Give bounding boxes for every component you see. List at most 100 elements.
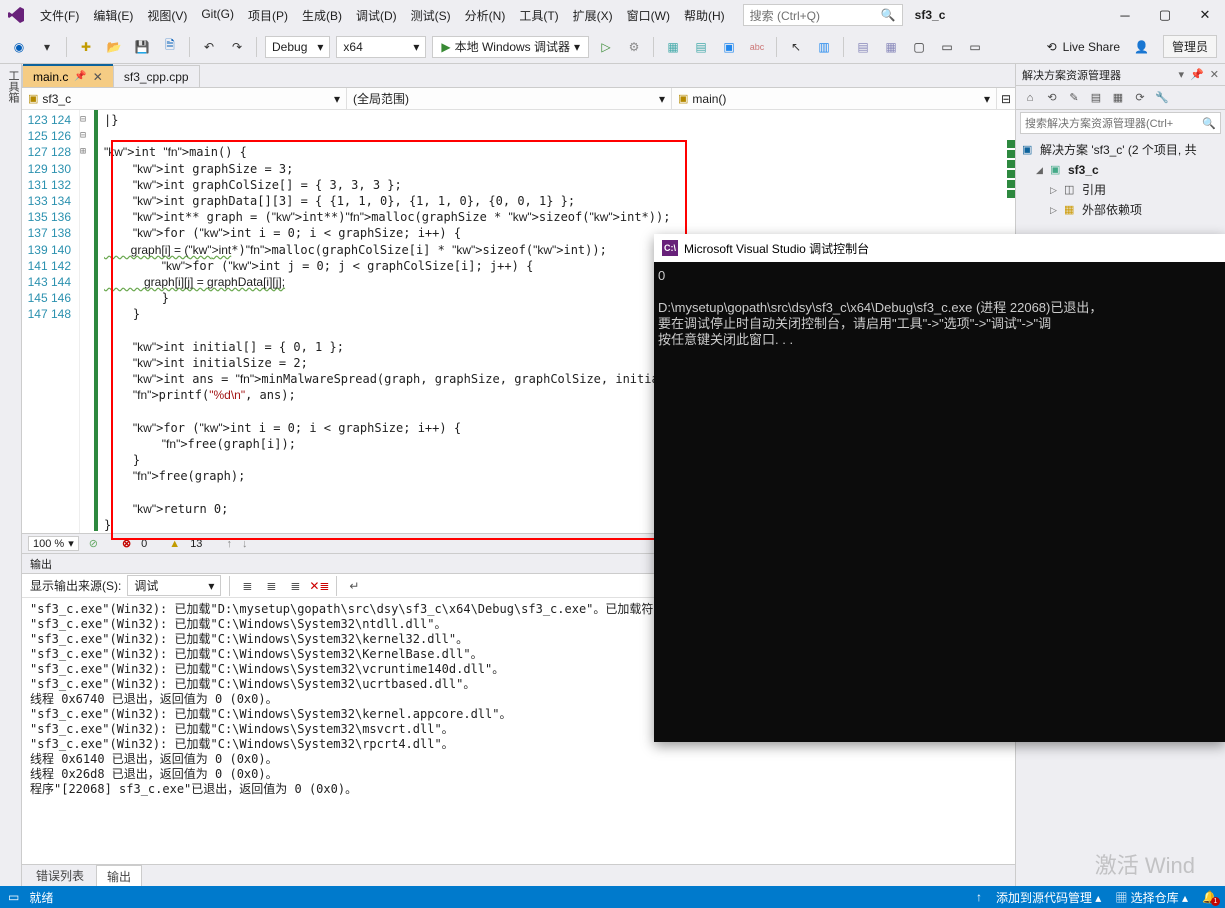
status-ready-icon: ▭ <box>8 890 19 904</box>
comment-icon[interactable]: ▭ <box>936 36 958 58</box>
list-icon[interactable]: ▤ <box>852 36 874 58</box>
sync-icon[interactable]: ⟲ <box>1044 90 1060 106</box>
menu-item[interactable]: 工具(T) <box>513 3 564 28</box>
save-icon[interactable]: 💾 <box>131 36 153 58</box>
search-box[interactable]: 搜索 (Ctrl+Q)🔍 <box>743 4 903 26</box>
document-tab[interactable]: sf3_cpp.cpp <box>113 65 200 87</box>
nav-down-icon[interactable]: ↓ <box>242 538 248 550</box>
split-icon[interactable]: ⊟ <box>997 88 1015 109</box>
chevron-down-icon: ▾ <box>317 40 323 54</box>
liveshare-icon: ⟲ <box>1047 40 1057 54</box>
status-source-control[interactable]: 添加到源代码管理 ▴ <box>996 889 1101 906</box>
play-icon: ▶ <box>441 40 450 54</box>
start-debug-button[interactable]: ▶本地 Windows 调试器▾ <box>432 36 589 58</box>
fold-column[interactable]: ⊟ ⊟ ⊞ <box>80 110 94 533</box>
module-icon: ▣ <box>28 92 38 105</box>
menu-item[interactable]: 分析(N) <box>459 3 512 28</box>
tab-label: sf3_cpp.cpp <box>124 70 189 84</box>
save-all-icon[interactable]: 🗎 <box>159 36 181 58</box>
solution-tree[interactable]: ▣解决方案 'sf3_c' (2 个项目, 共 ◢▣sf3_c ▷◫引用 ▷▦外… <box>1016 136 1225 224</box>
menu-item[interactable]: 调试(D) <box>350 3 403 28</box>
nav-scope[interactable]: ▣sf3_c▾ <box>22 88 347 109</box>
menu-item[interactable]: 文件(F) <box>34 3 85 28</box>
maximize-button[interactable]: ▢ <box>1151 5 1179 25</box>
menu-item[interactable]: Git(G) <box>195 3 240 28</box>
pin-icon[interactable]: 📌 <box>1190 68 1204 81</box>
debug-target-icon[interactable]: ⚙ <box>623 36 645 58</box>
references-node[interactable]: 引用 <box>1082 180 1106 200</box>
admin-badge: 管理员 <box>1163 35 1217 58</box>
menu-item[interactable]: 编辑(E) <box>87 3 139 28</box>
menu-item[interactable]: 测试(S) <box>405 3 457 28</box>
config-combo[interactable]: Debug▾ <box>265 36 330 58</box>
menu-item[interactable]: 窗口(W) <box>621 3 676 28</box>
close-button[interactable]: ✕ <box>1191 5 1219 25</box>
chevron-right-icon[interactable]: ▷ <box>1050 180 1060 200</box>
abc-icon[interactable]: abc <box>746 36 768 58</box>
console-icon: C:\ <box>662 240 678 256</box>
new-item-icon[interactable]: ✚ <box>75 36 97 58</box>
solution-search[interactable]: 搜索解决方案资源管理器(Ctrl+🔍 <box>1020 112 1221 134</box>
nav-back-icon[interactable]: ◉ <box>8 36 30 58</box>
play-outline-icon[interactable]: ▷ <box>595 36 617 58</box>
tool-icon[interactable]: ✎ <box>1066 90 1082 106</box>
tool-icon[interactable]: ▦ <box>662 36 684 58</box>
clear-icon[interactable]: ✕≣ <box>310 577 328 595</box>
filter-icon[interactable]: ▤ <box>1088 90 1104 106</box>
toolbox-strip[interactable]: 工具箱 <box>0 64 22 886</box>
menu-item[interactable]: 扩展(X) <box>567 3 619 28</box>
panel-menu-icon[interactable]: ▾ <box>1179 68 1185 81</box>
debug-console-window[interactable]: C:\ Microsoft Visual Studio 调试控制台 0 D:\m… <box>654 234 1225 742</box>
tab-output[interactable]: 输出 <box>96 865 142 887</box>
externaldeps-node[interactable]: 外部依赖项 <box>1082 200 1142 220</box>
zoom-combo[interactable]: 100 %▾ <box>28 536 79 551</box>
showall-icon[interactable]: ▦ <box>1110 90 1126 106</box>
project-node[interactable]: sf3_c <box>1068 160 1099 180</box>
uncomment-icon[interactable]: ▭ <box>964 36 986 58</box>
user-icon[interactable]: 👤 <box>1134 40 1149 54</box>
platform-combo[interactable]: x64▾ <box>336 36 426 58</box>
close-icon[interactable]: ✕ <box>93 70 103 84</box>
refresh-icon[interactable]: ⟳ <box>1132 90 1148 106</box>
tool2-icon[interactable]: ▤ <box>690 36 712 58</box>
wordwrap-icon[interactable]: ↵ <box>345 577 363 595</box>
output-source-combo[interactable]: 调试▾ <box>127 575 221 596</box>
chevron-right-icon[interactable]: ▷ <box>1050 200 1060 220</box>
grid-icon[interactable]: ▦ <box>880 36 902 58</box>
bookmark-icon[interactable]: ▣ <box>718 36 740 58</box>
prev-icon[interactable]: ≣ <box>262 577 280 595</box>
pin-icon[interactable]: 📌 <box>74 71 86 82</box>
undo-icon[interactable]: ↶ <box>198 36 220 58</box>
no-issues-icon[interactable]: ⊘ <box>89 537 98 550</box>
indent-icon[interactable]: ▥ <box>813 36 835 58</box>
notifications-icon[interactable]: 🔔1 <box>1202 890 1217 904</box>
layout-icon[interactable]: ▢ <box>908 36 930 58</box>
redo-icon[interactable]: ↷ <box>226 36 248 58</box>
minimize-button[interactable]: ─ <box>1111 5 1139 25</box>
nav-fwd-icon[interactable]: ▾ <box>36 36 58 58</box>
close-icon[interactable]: ✕ <box>1210 68 1219 81</box>
menu-item[interactable]: 项目(P) <box>242 3 294 28</box>
tab-error-list[interactable]: 错误列表 <box>26 865 94 886</box>
project-icon: ▣ <box>1050 160 1064 180</box>
chevron-down-icon: ▾ <box>413 40 419 54</box>
solution-node[interactable]: 解决方案 'sf3_c' (2 个项目, 共 <box>1040 140 1197 160</box>
menu-item[interactable]: 视图(V) <box>141 3 193 28</box>
home-icon[interactable]: ⌂ <box>1022 90 1038 106</box>
next-icon[interactable]: ≣ <box>286 577 304 595</box>
chevron-down-icon[interactable]: ◢ <box>1036 160 1046 180</box>
nav-type[interactable]: (全局范围)▾ <box>347 88 672 109</box>
status-repo[interactable]: ▦ 选择仓库 ▴ <box>1115 889 1188 906</box>
liveshare-label[interactable]: Live Share <box>1063 40 1120 54</box>
document-tab[interactable]: main.c📌✕ <box>22 65 114 87</box>
toolbar: ◉ ▾ ✚ 📂 💾 🗎 ↶ ↷ Debug▾ x64▾ ▶本地 Windows … <box>0 30 1225 64</box>
console-titlebar[interactable]: C:\ Microsoft Visual Studio 调试控制台 <box>654 234 1225 262</box>
cursor-icon[interactable]: ↖ <box>785 36 807 58</box>
props-icon[interactable]: 🔧 <box>1154 90 1170 106</box>
nav-up-icon[interactable]: ↑ <box>226 538 232 550</box>
goto-icon[interactable]: ≣ <box>238 577 256 595</box>
menu-item[interactable]: 帮助(H) <box>678 3 731 28</box>
menu-item[interactable]: 生成(B) <box>296 3 348 28</box>
open-icon[interactable]: 📂 <box>103 36 125 58</box>
nav-member[interactable]: ▣main()▾ <box>672 88 997 109</box>
